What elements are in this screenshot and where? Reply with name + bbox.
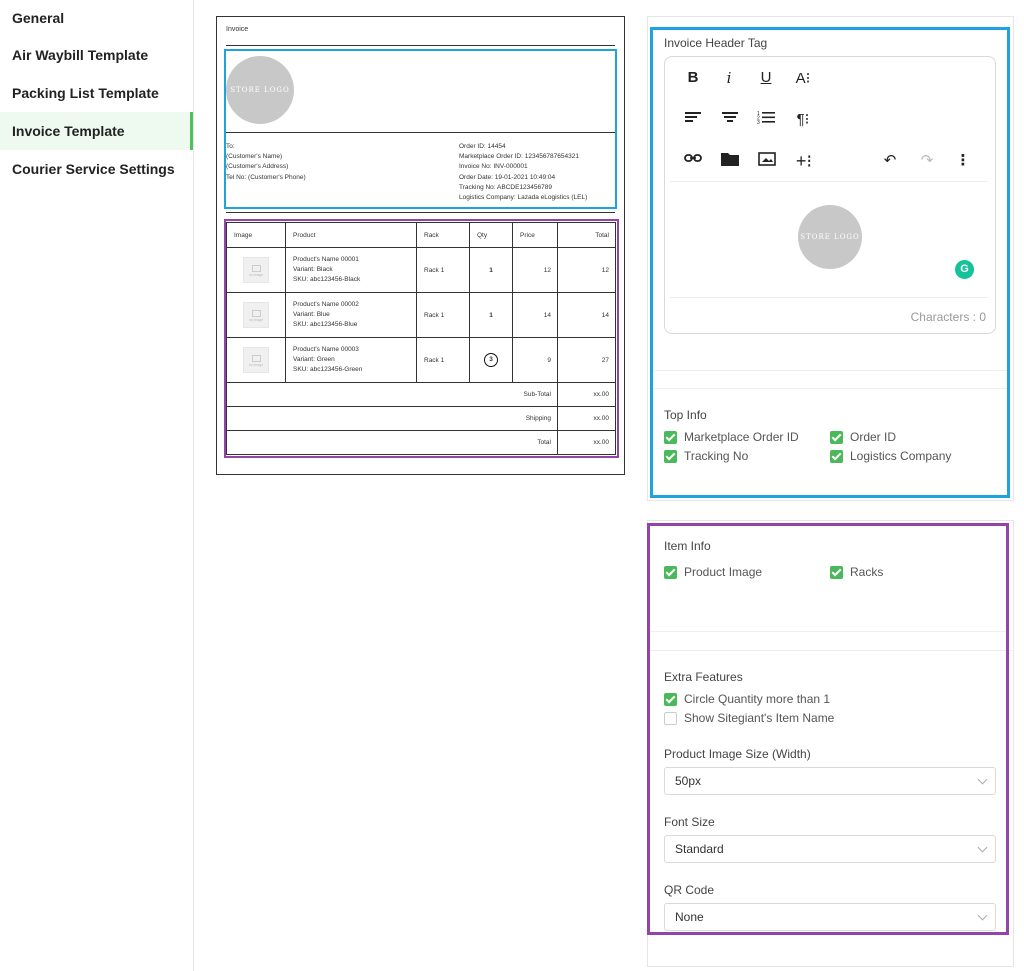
rack-cell: Rack 1 (416, 337, 470, 383)
sidebar-item-air-waybill-template[interactable]: Air Waybill Template (0, 36, 193, 74)
total-row: Total xx.00 (226, 430, 616, 455)
invoice-preview-title: Invoice (226, 26, 249, 33)
rack-cell: Rack 1 (416, 292, 470, 338)
qty-cell: 1 (469, 247, 513, 293)
price-cell: 9 (512, 337, 558, 383)
divider (226, 212, 615, 213)
column-header: Image (226, 222, 286, 248)
product-cell: Product's Name 00002 Variant: Blue SKU: … (285, 292, 417, 338)
divider (226, 45, 615, 46)
items-table: Image Product Rack Qty Price Total no im… (226, 222, 616, 455)
product-image-cell: no image (226, 292, 286, 338)
header-settings-highlight (650, 27, 1010, 498)
column-header: Qty (469, 222, 513, 248)
table-row: no image Product's Name 00001 Variant: B… (226, 247, 616, 293)
customer-info: To: (Customer's Name) (Customer's Addres… (226, 143, 306, 181)
summary-value: xx.00 (557, 430, 616, 455)
summary-value: xx.00 (557, 406, 616, 431)
product-cell: Product's Name 00003 Variant: Green SKU:… (285, 337, 417, 383)
summary-label: Shipping (226, 406, 558, 431)
total-cell: 27 (557, 337, 616, 383)
qty-cell: 3 (469, 337, 513, 383)
no-image-placeholder-icon: no image (243, 302, 269, 328)
subtotal-row: Sub-Total xx.00 (226, 382, 616, 407)
product-image-cell: no image (226, 337, 286, 383)
summary-label: Total (226, 430, 558, 455)
column-header: Price (512, 222, 558, 248)
divider (226, 132, 615, 133)
price-cell: 12 (512, 247, 558, 293)
sidebar-item-general[interactable]: General (0, 0, 193, 36)
column-header: Product (285, 222, 417, 248)
table-row: no image Product's Name 00002 Variant: B… (226, 292, 616, 338)
column-header: Rack (416, 222, 470, 248)
price-cell: 14 (512, 292, 558, 338)
item-settings-highlight (647, 523, 1009, 935)
qty-cell: 1 (469, 292, 513, 338)
product-image-cell: no image (226, 247, 286, 293)
sidebar-item-invoice-template[interactable]: Invoice Template (0, 112, 193, 150)
shipping-row: Shipping xx.00 (226, 406, 616, 431)
summary-label: Sub-Total (226, 382, 558, 407)
table-row: no image Product's Name 00003 Variant: G… (226, 337, 616, 383)
invoice-preview: Invoice STORE LOGO To: (Customer's Name)… (216, 16, 625, 475)
summary-value: xx.00 (557, 382, 616, 407)
product-cell: Product's Name 00001 Variant: Black SKU:… (285, 247, 417, 293)
circled-quantity: 3 (484, 353, 498, 367)
table-header-row: Image Product Rack Qty Price Total (226, 222, 616, 248)
no-image-placeholder-icon: no image (243, 257, 269, 283)
sidebar-item-courier-service-settings[interactable]: Courier Service Settings (0, 150, 193, 188)
no-image-placeholder-icon: no image (243, 347, 269, 373)
rack-cell: Rack 1 (416, 247, 470, 293)
settings-sidebar: General Air Waybill Template Packing Lis… (0, 0, 194, 971)
total-cell: 14 (557, 292, 616, 338)
order-info: Order ID: 14454 Marketplace Order ID: 12… (459, 143, 588, 202)
total-cell: 12 (557, 247, 616, 293)
store-logo: STORE LOGO (226, 56, 294, 124)
column-header: Total (557, 222, 616, 248)
sidebar-item-packing-list-template[interactable]: Packing List Template (0, 74, 193, 112)
